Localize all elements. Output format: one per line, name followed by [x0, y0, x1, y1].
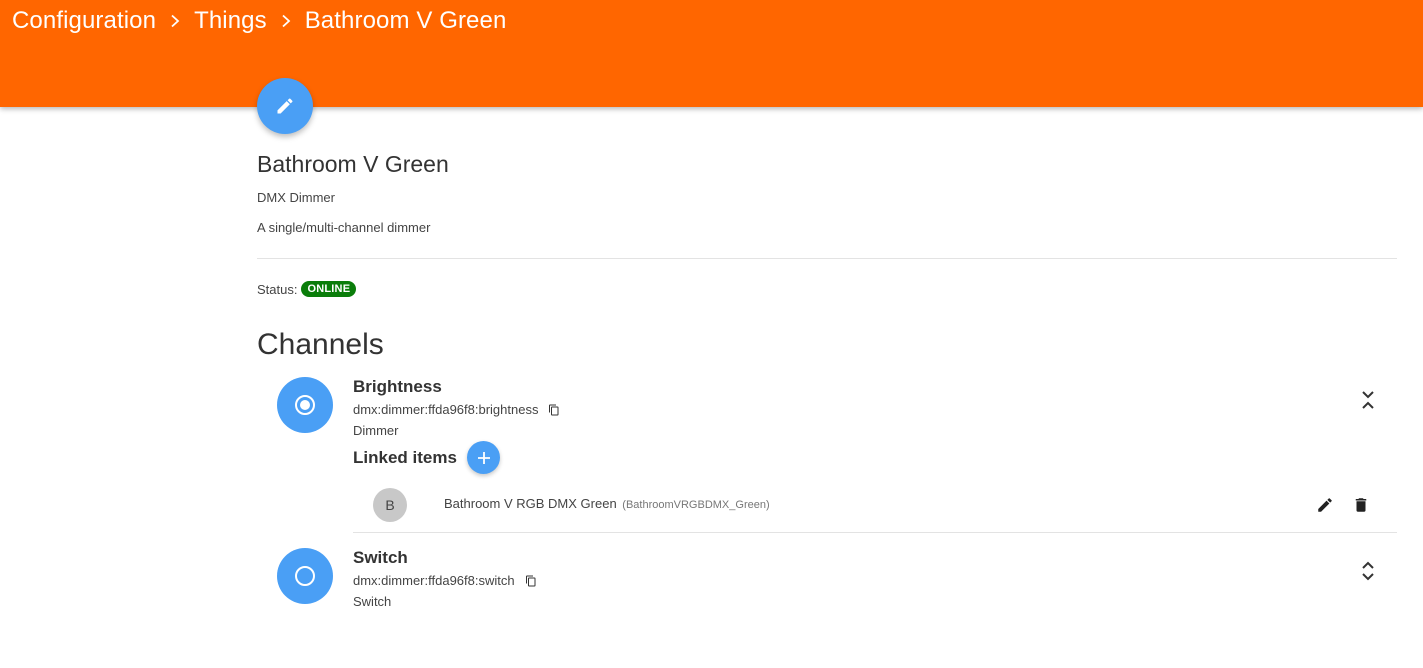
status-badge: ONLINE [301, 281, 357, 297]
collapse-icon[interactable] [1356, 388, 1380, 412]
channel-name: Brightness [353, 377, 442, 396]
channel-uid: dmx:dimmer:ffda96f8:switch [353, 573, 537, 588]
linked-item-label[interactable]: Bathroom V RGB DMX Green (BathroomVRGBDM… [444, 496, 770, 511]
chevron-right-icon [280, 14, 292, 28]
breadcrumb-current: Bathroom V Green [304, 7, 507, 34]
channel-kind: Dimmer [353, 423, 399, 438]
thing-type: DMX Dimmer [257, 190, 335, 205]
delete-link-button[interactable] [1350, 494, 1372, 516]
channel-kind: Switch [353, 594, 392, 609]
breadcrumb: Configuration Things Bathroom V Green [12, 7, 506, 35]
pencil-icon [1318, 498, 1332, 512]
linked-item-id: (BathroomVRGBDMX_Green) [622, 499, 770, 511]
avatar: B [373, 488, 407, 522]
radio-checked-icon [295, 395, 315, 415]
copy-icon[interactable] [548, 404, 560, 416]
channel-uid-text: dmx:dimmer:ffda96f8:brightness [353, 402, 539, 417]
trash-icon [1355, 498, 1367, 512]
section-divider [257, 258, 1397, 259]
plus-icon [477, 451, 490, 464]
edit-link-button[interactable] [1314, 494, 1336, 516]
thing-name: Bathroom V Green [257, 151, 449, 177]
edit-thing-button[interactable] [257, 78, 313, 134]
channel-switch-icon[interactable] [277, 548, 333, 604]
status-label: Status: [257, 281, 298, 297]
radio-unchecked-icon [295, 566, 315, 586]
channels-title: Channels [257, 328, 384, 361]
item-divider [353, 532, 1397, 533]
channel-name: Switch [353, 548, 408, 567]
copy-icon[interactable] [525, 575, 537, 587]
breadcrumb-configuration[interactable]: Configuration [12, 7, 156, 35]
channel-uid: dmx:dimmer:ffda96f8:brightness [353, 402, 560, 417]
thing-description: A single/multi-channel dimmer [257, 220, 431, 235]
app-header: Configuration Things Bathroom V Green [0, 0, 1423, 107]
channel-uid-text: dmx:dimmer:ffda96f8:switch [353, 573, 515, 588]
add-link-button[interactable] [467, 441, 500, 474]
status-row: Status: ONLINE [257, 281, 357, 297]
expand-icon[interactable] [1356, 559, 1380, 583]
chevron-right-icon [169, 14, 181, 28]
breadcrumb-things[interactable]: Things [194, 7, 267, 35]
pencil-icon [277, 98, 293, 114]
linked-item-name: Bathroom V RGB DMX Green [444, 496, 617, 511]
linked-items-title: Linked items [353, 448, 457, 467]
channel-brightness-icon[interactable] [277, 377, 333, 433]
